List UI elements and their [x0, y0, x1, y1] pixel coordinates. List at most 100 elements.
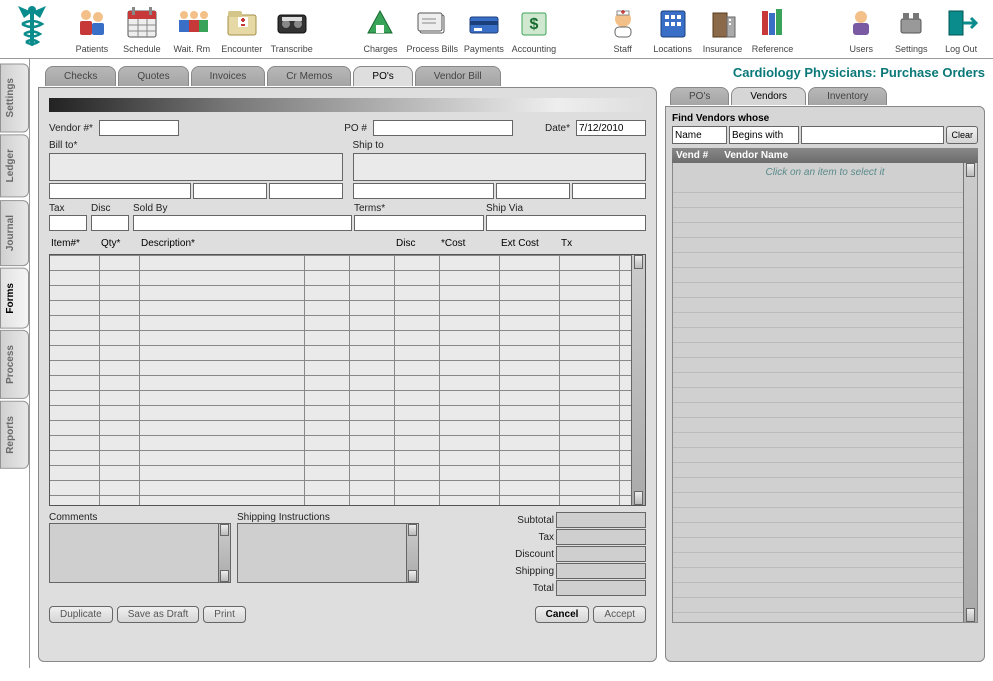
vendor-row[interactable] [673, 493, 977, 508]
tab-vendorbill[interactable]: Vendor Bill [415, 66, 501, 86]
terms-input[interactable] [354, 215, 484, 231]
line-item-row[interactable] [50, 480, 645, 495]
line-item-row[interactable] [50, 435, 645, 450]
vendor-row[interactable] [673, 433, 977, 448]
side-tab-journal[interactable]: Journal [0, 200, 29, 266]
line-item-row[interactable] [50, 495, 645, 505]
find-op-select[interactable] [729, 126, 799, 144]
vendor-row[interactable] [673, 448, 977, 463]
comments-scrollbar[interactable] [219, 523, 231, 583]
tax-input[interactable] [49, 215, 87, 231]
side-tab-process[interactable]: Process [0, 330, 29, 399]
bill-to-city[interactable] [49, 183, 191, 199]
vendor-row[interactable] [673, 268, 977, 283]
r-tab-pos[interactable]: PO's [670, 87, 729, 105]
vendor-row[interactable] [673, 208, 977, 223]
ship-to-city[interactable] [353, 183, 495, 199]
line-item-row[interactable] [50, 450, 645, 465]
soldby-input[interactable] [133, 215, 352, 231]
vendor-row[interactable] [673, 238, 977, 253]
vendor-row[interactable] [673, 568, 977, 583]
duplicate-button[interactable]: Duplicate [49, 606, 113, 623]
line-item-row[interactable] [50, 270, 645, 285]
vendor-row[interactable] [673, 598, 977, 613]
vendor-row[interactable] [673, 193, 977, 208]
vendor-row[interactable] [673, 313, 977, 328]
line-item-row[interactable] [50, 465, 645, 480]
find-field-select[interactable] [672, 126, 727, 144]
line-item-row[interactable] [50, 405, 645, 420]
vendor-num-input[interactable] [99, 120, 179, 136]
toolbar-payments[interactable]: Payments [460, 3, 508, 54]
line-item-row[interactable] [50, 285, 645, 300]
po-num-input[interactable] [373, 120, 513, 136]
grid-scrollbar[interactable] [631, 255, 645, 505]
shipinstr-textarea[interactable] [237, 523, 407, 583]
toolbar-schedule[interactable]: Schedule [118, 3, 166, 54]
line-item-row[interactable] [50, 360, 645, 375]
toolbar-waitrm[interactable]: Wait. Rm [168, 3, 216, 54]
ship-to-state[interactable] [496, 183, 570, 199]
toolbar-users[interactable]: Users [837, 3, 885, 54]
date-input[interactable] [576, 120, 646, 136]
vendor-list[interactable]: Click on an item to select it [672, 163, 978, 623]
vendor-row[interactable] [673, 253, 977, 268]
bill-to-zip[interactable] [269, 183, 343, 199]
toolbar-reference[interactable]: Reference [749, 3, 797, 54]
toolbar-settings[interactable]: Settings [887, 3, 935, 54]
line-item-row[interactable] [50, 420, 645, 435]
line-items-grid[interactable] [49, 254, 646, 506]
tab-checks[interactable]: Checks [45, 66, 116, 86]
vendor-row[interactable] [673, 478, 977, 493]
vendor-row[interactable] [673, 358, 977, 373]
vendor-row[interactable] [673, 223, 977, 238]
vendor-row[interactable] [673, 418, 977, 433]
vendor-row[interactable] [673, 403, 977, 418]
line-item-row[interactable] [50, 375, 645, 390]
toolbar-encounter[interactable]: Encounter [218, 3, 266, 54]
side-tab-forms[interactable]: Forms [0, 268, 29, 329]
vendor-row[interactable] [673, 583, 977, 598]
r-tab-inventory[interactable]: Inventory [808, 87, 887, 105]
accept-button[interactable]: Accept [593, 606, 646, 623]
vendor-row[interactable] [673, 523, 977, 538]
vendor-row[interactable] [673, 343, 977, 358]
side-tab-ledger[interactable]: Ledger [0, 134, 29, 197]
line-item-row[interactable] [50, 345, 645, 360]
print-button[interactable]: Print [203, 606, 246, 623]
vendor-row[interactable] [673, 388, 977, 403]
side-tab-settings[interactable]: Settings [0, 63, 29, 132]
toolbar-staff[interactable]: Staff [599, 3, 647, 54]
toolbar-accounting[interactable]: $Accounting [510, 3, 558, 54]
toolbar-patients[interactable]: Patients [68, 3, 116, 54]
cancel-button[interactable]: Cancel [535, 606, 590, 623]
tab-pos[interactable]: PO's [353, 66, 412, 86]
shipvia-input[interactable] [486, 215, 646, 231]
tab-quotes[interactable]: Quotes [118, 66, 188, 86]
save-draft-button[interactable]: Save as Draft [117, 606, 200, 623]
comments-textarea[interactable] [49, 523, 219, 583]
ship-to-zip[interactable] [572, 183, 646, 199]
line-item-row[interactable] [50, 300, 645, 315]
vendor-row[interactable] [673, 298, 977, 313]
find-value-input[interactable] [801, 126, 944, 144]
toolbar-transcribe[interactable]: Transcribe [268, 3, 316, 54]
vendor-row[interactable] [673, 178, 977, 193]
line-item-row[interactable] [50, 330, 645, 345]
vendor-row[interactable] [673, 463, 977, 478]
tab-crmemos[interactable]: Cr Memos [267, 66, 351, 86]
vendor-row[interactable] [673, 283, 977, 298]
bill-to-box[interactable] [49, 153, 343, 181]
toolbar-processbills[interactable]: Process Bills [406, 3, 458, 54]
toolbar-locations[interactable]: Locations [649, 3, 697, 54]
shipinstr-scrollbar[interactable] [407, 523, 419, 583]
toolbar-charges[interactable]: Charges [357, 3, 405, 54]
vendor-scrollbar[interactable] [963, 163, 977, 622]
vendor-row[interactable] [673, 373, 977, 388]
vendor-row[interactable] [673, 508, 977, 523]
line-item-row[interactable] [50, 255, 645, 270]
toolbar-insurance[interactable]: Insurance [699, 3, 747, 54]
toolbar-logout[interactable]: Log Out [937, 3, 985, 54]
vendor-row[interactable] [673, 328, 977, 343]
tab-invoices[interactable]: Invoices [191, 66, 266, 86]
